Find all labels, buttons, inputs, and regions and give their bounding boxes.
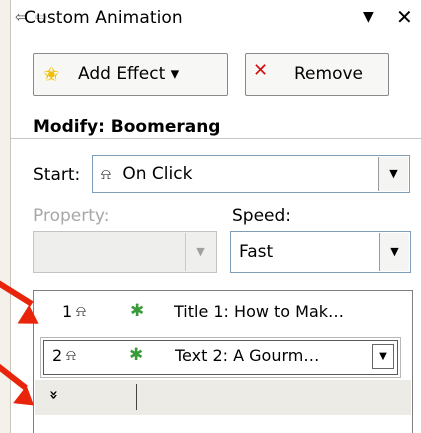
pane-menu-icon[interactable]: ▼ xyxy=(363,9,374,25)
x-remove-icon: ✕ xyxy=(253,60,269,81)
animation-list[interactable]: 1 ⍾ ✱ Title 1: How to Mak… 2 ⍾ ✱ Text 2:… xyxy=(33,290,413,433)
start-value: ⍾ On Click xyxy=(101,164,193,184)
add-effect-button[interactable]: ✬ Add Effect ▾ xyxy=(33,53,228,96)
divider xyxy=(10,138,421,139)
animation-star-icon: ✱ xyxy=(130,301,145,321)
chevron-down-icon[interactable]: ▼ xyxy=(379,233,409,271)
start-label: Start: xyxy=(33,165,81,185)
divider xyxy=(136,384,137,410)
animation-star-icon: ✱ xyxy=(129,345,144,365)
add-effect-label: Add Effect ▾ xyxy=(78,64,180,84)
property-label: Property: xyxy=(33,206,110,226)
speed-select[interactable]: Fast ▼ xyxy=(230,231,411,273)
mouse-click-icon: ⍾ xyxy=(66,346,76,364)
speed-label: Speed: xyxy=(232,206,292,226)
remove-button[interactable]: ✕ Remove xyxy=(245,53,389,96)
pane-title: Custom Animation xyxy=(24,8,183,28)
close-icon[interactable]: ✕ xyxy=(396,5,413,29)
chevron-down-icon: ▼ xyxy=(185,233,215,271)
star-icon: ✬ xyxy=(43,62,60,86)
list-item[interactable]: 1 ⍾ ✱ Title 1: How to Mak… xyxy=(34,296,412,330)
start-select[interactable]: ⍾ On Click ▼ xyxy=(92,155,410,193)
expand-chevron-icon[interactable]: » xyxy=(45,390,63,400)
mouse-click-icon: ⍾ xyxy=(101,165,111,183)
chevron-down-icon[interactable]: ▼ xyxy=(372,344,394,369)
item-number: 1 xyxy=(62,302,73,321)
item-text: Title 1: How to Mak… xyxy=(174,302,345,321)
expand-strip: » xyxy=(35,380,411,415)
speed-value: Fast xyxy=(239,242,274,262)
list-item-selected[interactable]: 2 ⍾ ✱ Text 2: A Gourm… ▼ xyxy=(43,340,398,375)
modify-heading: Modify: Boomerang xyxy=(33,117,221,137)
mouse-click-icon: ⍾ xyxy=(76,302,86,320)
property-select: ▼ xyxy=(33,231,217,273)
remove-label: Remove xyxy=(294,64,363,84)
chevron-down-icon[interactable]: ▼ xyxy=(378,157,408,191)
item-text: Text 2: A Gourm… xyxy=(175,346,320,365)
item-number: 2 xyxy=(52,346,63,365)
